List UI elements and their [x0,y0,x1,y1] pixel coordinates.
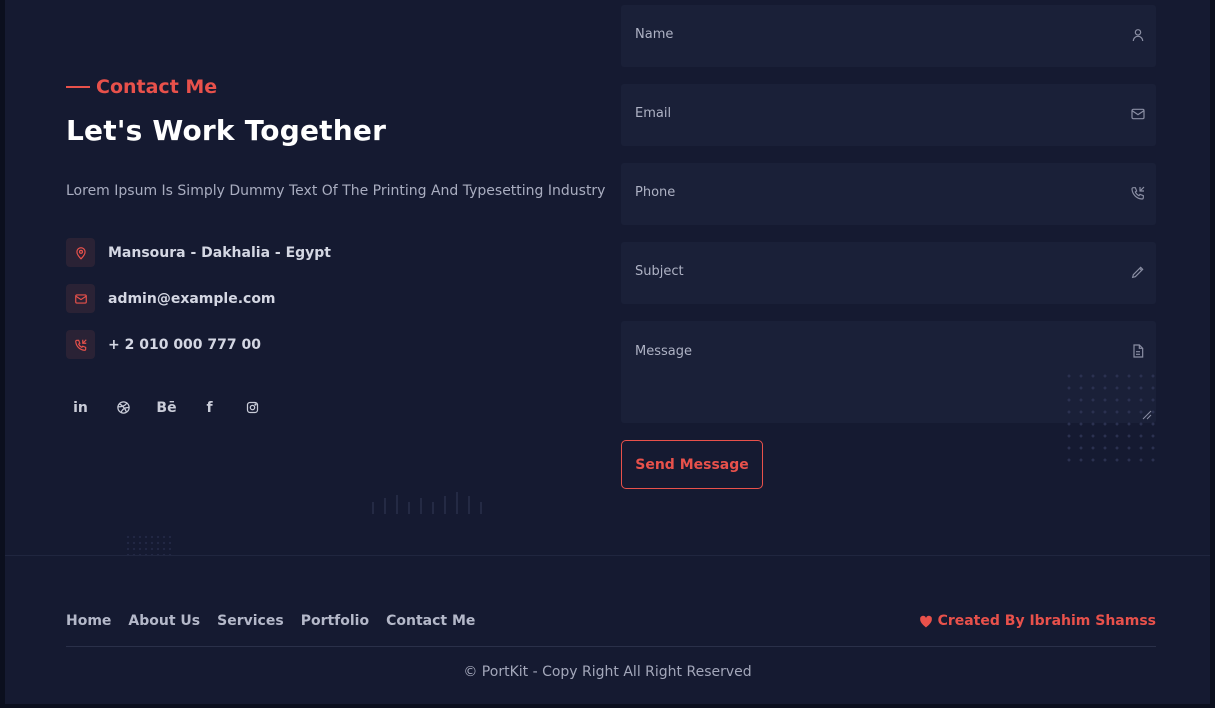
page: Contact Me Let's Work Together Lorem Ips… [5,0,1210,704]
info-address: Mansoura - Dakhalia - Egypt [66,238,331,267]
footer-divider [66,646,1156,647]
linkedin-icon[interactable]: in [69,396,92,419]
eyebrow-text: Contact Me [96,76,218,98]
social-links: in Bē f [69,396,264,419]
lead-text: Lorem Ipsum Is Simply Dummy Text Of The … [66,183,606,199]
email-field[interactable]: Email [621,84,1156,146]
mail-icon [1131,108,1145,120]
address-text: Mansoura - Dakhalia - Egypt [108,244,331,261]
phone-placeholder: Phone [635,185,676,200]
credit: Created By Ibrahim Shamss [919,613,1156,629]
instagram-icon[interactable] [241,396,264,419]
subject-field[interactable]: Subject [621,242,1156,304]
footer-link-home[interactable]: Home [66,613,111,629]
name-field[interactable]: Name [621,5,1156,67]
footer-link-contact[interactable]: Contact Me [386,613,475,629]
page-title: Let's Work Together [66,114,387,147]
location-pin-icon [66,238,95,267]
facebook-icon[interactable]: f [198,396,221,419]
credit-text[interactable]: Created By Ibrahim Shamss [938,613,1156,629]
phone-field[interactable]: Phone [621,163,1156,225]
name-placeholder: Name [635,27,674,42]
email-placeholder: Email [635,106,672,121]
phone-icon [66,330,95,359]
decorative-dots [1063,370,1163,466]
section-divider [5,555,1210,556]
mail-icon [66,284,95,313]
pencil-icon [1131,266,1144,279]
eyebrow-line [66,86,90,88]
phone-icon [1131,186,1145,200]
footer-link-about[interactable]: About Us [128,613,200,629]
info-email: admin@example.com [66,284,276,313]
footer-link-portfolio[interactable]: Portfolio [301,613,369,629]
send-message-button[interactable]: Send Message [621,440,763,489]
dribbble-icon[interactable] [112,396,135,419]
info-phone: + 2 010 000 777 00 [66,330,261,359]
copyright-text: © PortKit - Copy Right All Right Reserve… [463,664,752,680]
heart-icon [919,615,932,627]
document-icon [1133,344,1144,358]
section-eyebrow: Contact Me [66,76,217,98]
behance-icon[interactable]: Bē [155,396,178,419]
footer-nav: Home About Us Services Portfolio Contact… [66,613,475,629]
email-text[interactable]: admin@example.com [108,291,276,307]
decorative-bars [372,492,482,514]
message-placeholder: Message [635,344,692,359]
subject-placeholder: Subject [635,264,684,279]
footer-link-services[interactable]: Services [217,613,284,629]
phone-text[interactable]: + 2 010 000 777 00 [108,337,261,353]
user-icon [1132,29,1144,42]
